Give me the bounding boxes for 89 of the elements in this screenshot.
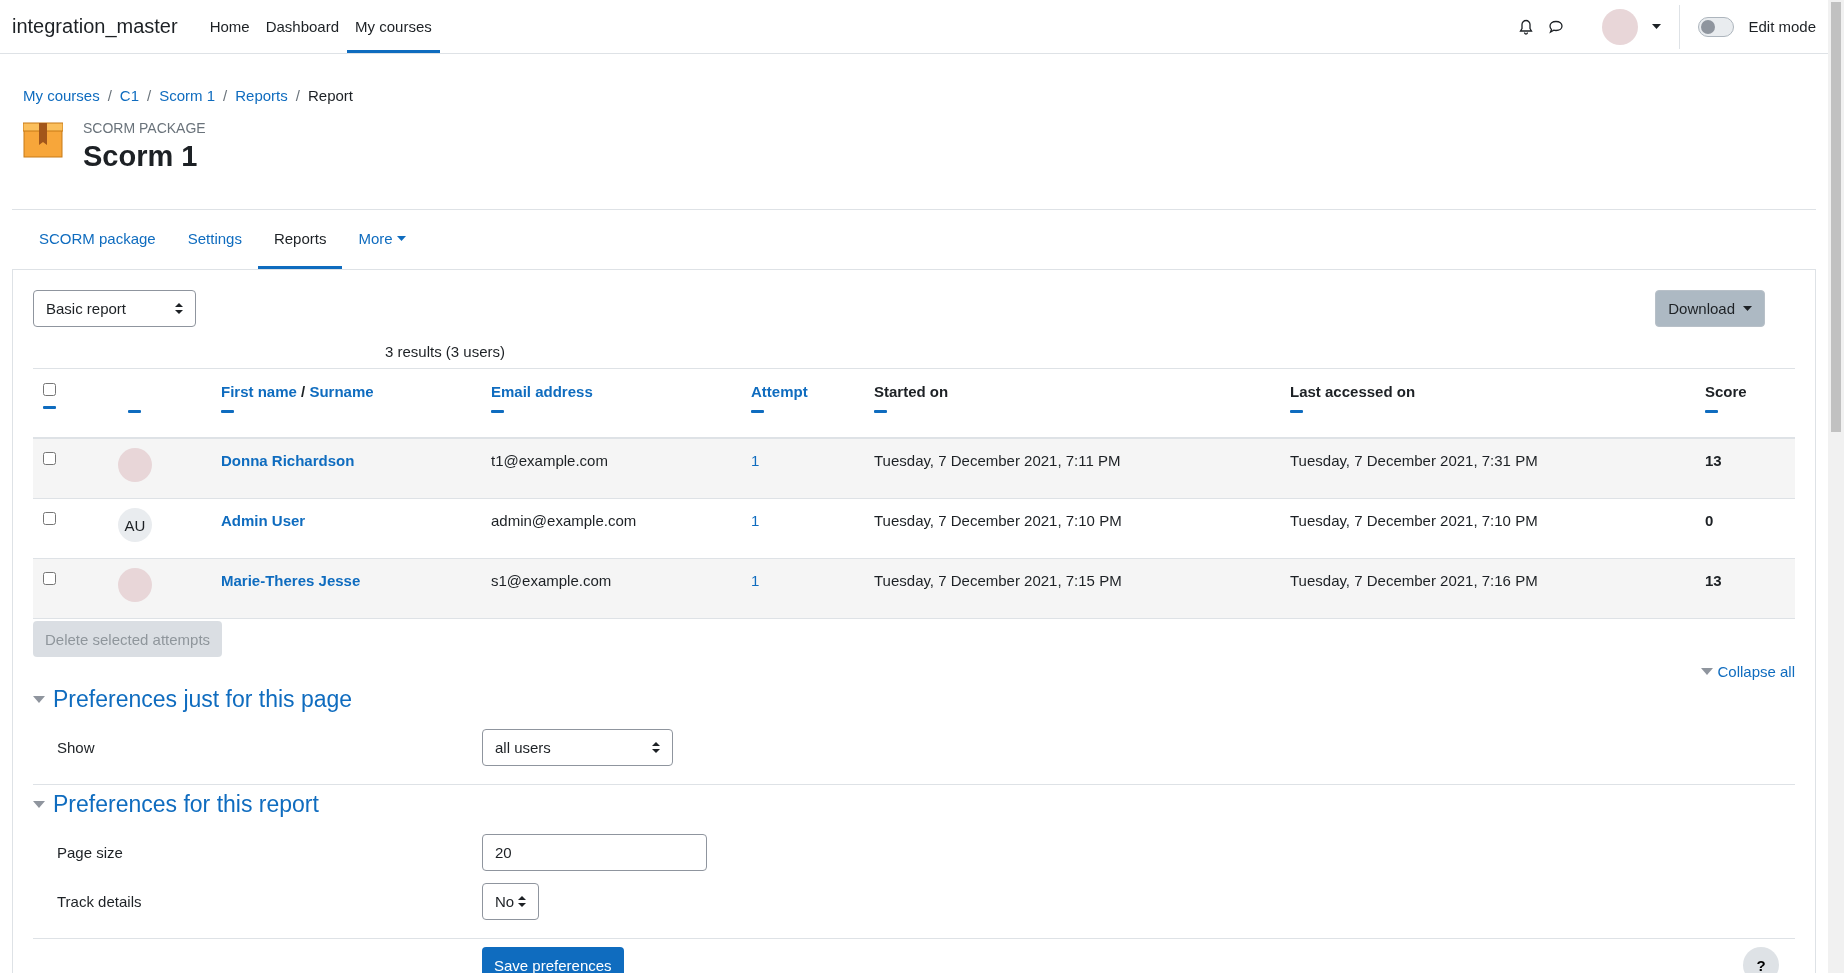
download-button[interactable]: Download bbox=[1655, 290, 1765, 327]
minus-icon[interactable] bbox=[491, 410, 504, 413]
table-cell-text: Tuesday, 7 December 2021, 7:15 PM bbox=[873, 572, 1123, 589]
expand-triangle-icon bbox=[1701, 668, 1714, 675]
user-name-link[interactable]: Donna Richardson bbox=[221, 452, 355, 469]
tab[interactable]: Settings bbox=[171, 210, 258, 269]
minus-icon[interactable] bbox=[751, 410, 764, 413]
user-avatar bbox=[118, 448, 152, 482]
results-count: 3 results (3 users) bbox=[385, 343, 506, 360]
report-type-select[interactable]: Basic report bbox=[33, 290, 196, 327]
section-heading[interactable]: Preferences for this report bbox=[33, 785, 1795, 828]
breadcrumb-separator: / bbox=[107, 87, 112, 104]
user-initials-avatar: AU bbox=[118, 508, 152, 542]
activity-type-label: SCORM PACKAGE bbox=[83, 120, 206, 136]
minus-icon[interactable] bbox=[221, 410, 234, 413]
breadcrumb-link[interactable]: Reports bbox=[235, 87, 288, 104]
expand-triangle-icon bbox=[33, 801, 45, 808]
toggle-label: Edit mode bbox=[1748, 18, 1816, 35]
column-header: First name / Surname bbox=[221, 383, 374, 400]
table-cell-text: s1@example.com bbox=[490, 572, 613, 589]
collapse-all-link[interactable]: Collapse all bbox=[1701, 663, 1795, 680]
attempt-number-link[interactable]: 1 bbox=[751, 512, 760, 529]
sort-link[interactable]: Email address bbox=[491, 383, 593, 400]
table-cell-text: Tuesday, 7 December 2021, 7:31 PM bbox=[1289, 452, 1539, 469]
breadcrumb-separator: / bbox=[147, 87, 152, 104]
current-page-label: Report bbox=[307, 87, 353, 104]
table-cell-text: 13 bbox=[1704, 452, 1723, 469]
package-box-icon bbox=[23, 122, 63, 158]
table-cell-text: Tuesday, 7 December 2021, 7:10 PM bbox=[873, 512, 1123, 529]
nav-link[interactable]: Home bbox=[201, 0, 258, 53]
chat-bubble-icon[interactable] bbox=[1548, 18, 1565, 35]
user-name-link[interactable]: Marie-Theres Jesse bbox=[221, 572, 361, 589]
select-field[interactable]: No bbox=[482, 883, 539, 920]
sort-link[interactable]: Surname bbox=[309, 383, 374, 400]
attempt-number-link[interactable]: 1 bbox=[751, 452, 760, 469]
breadcrumb-link[interactable]: C1 bbox=[119, 87, 140, 104]
field-label: Show bbox=[57, 739, 96, 756]
select-all-checkbox[interactable] bbox=[43, 383, 56, 396]
attempt-number-link[interactable]: 1 bbox=[751, 572, 760, 589]
field-label: Track details bbox=[57, 893, 143, 910]
minus-icon[interactable] bbox=[1290, 410, 1303, 413]
breadcrumb-separator: / bbox=[295, 87, 300, 104]
table-cell-text: Tuesday, 7 December 2021, 7:10 PM bbox=[1289, 512, 1539, 529]
user-name-link[interactable]: Admin User bbox=[221, 512, 306, 529]
user-avatar bbox=[118, 568, 152, 602]
caret-icon bbox=[1652, 24, 1662, 29]
row-checkbox[interactable] bbox=[43, 452, 56, 465]
sort-arrows-icon bbox=[175, 303, 183, 314]
table-cell-text: Tuesday, 7 December 2021, 7:16 PM bbox=[1289, 572, 1539, 589]
nav-link[interactable]: Dashboard bbox=[257, 0, 348, 53]
sort-link[interactable]: Attempt bbox=[751, 383, 808, 400]
section-heading[interactable]: Preferences just for this page bbox=[33, 680, 1795, 723]
notification-bell-icon[interactable] bbox=[1518, 18, 1535, 35]
column-header: Score bbox=[1705, 383, 1747, 400]
tab[interactable]: Reports bbox=[257, 210, 343, 269]
breadcrumb-link[interactable]: Scorm 1 bbox=[159, 87, 216, 104]
sort-arrows-icon bbox=[652, 742, 660, 753]
edit-mode-toggle[interactable] bbox=[1698, 16, 1735, 37]
column-header: Last accessed on bbox=[1290, 383, 1416, 400]
select-field[interactable]: all users bbox=[482, 729, 673, 766]
table-cell-text: 13 bbox=[1704, 572, 1723, 589]
nav-link[interactable]: My courses bbox=[347, 0, 440, 53]
breadcrumb-separator: / bbox=[223, 87, 228, 104]
caret-icon bbox=[1743, 306, 1752, 311]
field-label: Page size bbox=[57, 844, 124, 861]
save-button[interactable]: Save preferences bbox=[482, 947, 624, 973]
table-cell-text: t1@example.com bbox=[490, 452, 609, 469]
minus-icon[interactable] bbox=[43, 406, 56, 409]
sort-arrows-icon bbox=[518, 896, 526, 907]
site-name[interactable]: integration_master bbox=[12, 0, 178, 53]
row-checkbox[interactable] bbox=[43, 572, 56, 585]
table-cell-text: Tuesday, 7 December 2021, 7:11 PM bbox=[873, 452, 1122, 469]
user-avatar[interactable] bbox=[1602, 8, 1639, 45]
page-title: Scorm 1 bbox=[83, 140, 199, 173]
sort-link[interactable]: First name bbox=[221, 383, 297, 400]
tab[interactable]: More bbox=[342, 210, 422, 269]
expand-triangle-icon bbox=[33, 696, 45, 703]
minus-icon[interactable] bbox=[128, 410, 141, 413]
row-checkbox[interactable] bbox=[43, 512, 56, 525]
minus-icon[interactable] bbox=[874, 410, 887, 413]
input-field[interactable]: 20 bbox=[482, 834, 707, 871]
table-cell-text: 0 bbox=[1704, 512, 1715, 529]
caret-icon bbox=[396, 235, 406, 241]
column-header: Started on bbox=[874, 383, 949, 400]
tab[interactable]: SCORM package bbox=[23, 210, 172, 269]
table-cell-text: admin@example.com bbox=[490, 512, 638, 529]
help-button[interactable]: ? bbox=[1743, 947, 1779, 973]
minus-icon[interactable] bbox=[1705, 410, 1718, 413]
breadcrumb-link[interactable]: My courses bbox=[23, 87, 100, 104]
